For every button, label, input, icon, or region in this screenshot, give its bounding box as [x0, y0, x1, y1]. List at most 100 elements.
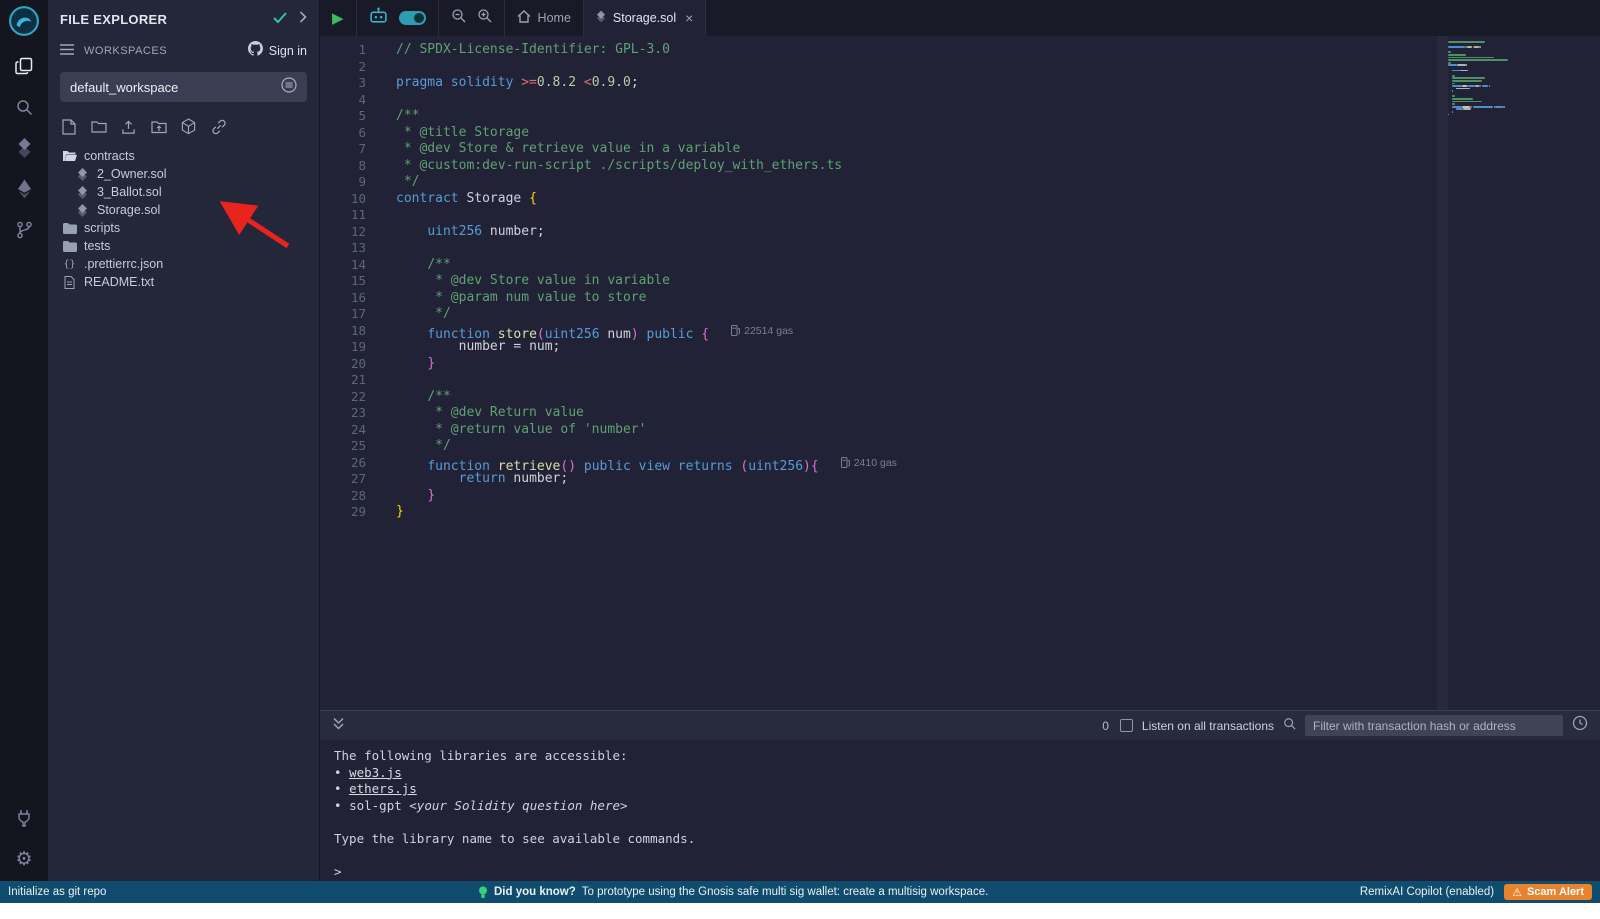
line-number[interactable]: 20	[320, 356, 366, 373]
code-line[interactable]: contract Storage {	[396, 191, 1600, 208]
tab-storage-sol[interactable]: Storage.sol ×	[584, 0, 706, 36]
minimap[interactable]	[1448, 41, 1520, 116]
code-line[interactable]: /**	[396, 389, 1600, 406]
tab-home[interactable]: Home	[505, 0, 584, 36]
line-number[interactable]: 9	[320, 174, 366, 191]
line-number[interactable]: 16	[320, 290, 366, 307]
line-number[interactable]: 6	[320, 125, 366, 142]
new-folder-icon[interactable]	[90, 118, 107, 135]
code-line[interactable]: * @custom:dev-run-script ./scripts/deplo…	[396, 158, 1600, 175]
line-number[interactable]: 13	[320, 240, 366, 257]
workspace-options-icon[interactable]	[281, 77, 297, 98]
line-number[interactable]: 7	[320, 141, 366, 158]
history-icon[interactable]	[1572, 715, 1588, 736]
code-line[interactable]	[396, 240, 1600, 257]
line-number[interactable]: 15	[320, 273, 366, 290]
code-line[interactable]: * @param num value to store	[396, 290, 1600, 307]
link-icon[interactable]	[210, 118, 227, 135]
code-line[interactable]: uint256 number;	[396, 224, 1600, 241]
git-icon[interactable]	[12, 218, 36, 242]
file-explorer-icon[interactable]	[12, 54, 36, 78]
zoom-out-icon[interactable]	[451, 8, 466, 28]
line-number[interactable]: 23	[320, 405, 366, 422]
line-number[interactable]: 8	[320, 158, 366, 175]
zoom-in-icon[interactable]	[477, 8, 492, 28]
search-icon[interactable]	[12, 95, 36, 119]
line-number-gutter[interactable]: 1234567891011121314151617181920212223242…	[320, 36, 380, 710]
tree-item[interactable]: Storage.sol	[48, 201, 319, 219]
close-tab-icon[interactable]: ×	[685, 10, 693, 26]
solidity-compiler-icon[interactable]	[12, 136, 36, 160]
code-line[interactable]: */	[396, 438, 1600, 455]
line-number[interactable]: 18	[320, 323, 366, 340]
code-line[interactable]	[396, 92, 1600, 109]
code-line[interactable]: */	[396, 306, 1600, 323]
workspace-dropdown[interactable]: default_workspace	[60, 72, 307, 102]
code-line[interactable]: }	[396, 504, 1600, 521]
tree-item[interactable]: {}.prettierrc.json	[48, 255, 319, 273]
code-line[interactable]: */	[396, 174, 1600, 191]
line-number[interactable]: 17	[320, 306, 366, 323]
code-line[interactable]: return number;	[396, 471, 1600, 488]
remix-logo[interactable]	[8, 5, 40, 37]
settings-gear-icon[interactable]: ⚙	[12, 847, 36, 871]
code-line[interactable]	[396, 59, 1600, 76]
copilot-toggle[interactable]	[399, 11, 426, 25]
publish-ipfs-icon[interactable]	[180, 118, 197, 135]
code-line[interactable]: function store(uint256 num) public {2251…	[396, 323, 1600, 340]
terminal-library-link[interactable]: web3.js	[349, 765, 402, 780]
line-number[interactable]: 22	[320, 389, 366, 406]
line-number[interactable]: 2	[320, 59, 366, 76]
sign-in-button[interactable]: Sign in	[248, 41, 307, 61]
deploy-run-icon[interactable]	[12, 177, 36, 201]
code-line[interactable]: // SPDX-License-Identifier: GPL-3.0	[396, 42, 1600, 59]
copilot-status[interactable]: RemixAI Copilot (enabled)	[1360, 886, 1494, 898]
new-file-icon[interactable]	[60, 118, 77, 135]
code-line[interactable]: * @title Storage	[396, 125, 1600, 142]
code-line[interactable]: number = num;	[396, 339, 1600, 356]
line-number[interactable]: 11	[320, 207, 366, 224]
code-editor[interactable]: 1234567891011121314151617181920212223242…	[320, 36, 1600, 710]
line-number[interactable]: 5	[320, 108, 366, 125]
check-icon[interactable]	[273, 10, 287, 28]
line-number[interactable]: 24	[320, 422, 366, 439]
code-line[interactable]: /**	[396, 257, 1600, 274]
code-line[interactable]: /**	[396, 108, 1600, 125]
git-init-button[interactable]: Initialize as git repo	[8, 886, 106, 898]
line-number[interactable]: 4	[320, 92, 366, 109]
line-number[interactable]: 25	[320, 438, 366, 455]
line-number[interactable]: 27	[320, 471, 366, 488]
run-script-button[interactable]: ▶	[332, 11, 344, 26]
terminal-library-link[interactable]: ethers.js	[349, 781, 417, 796]
terminal-output[interactable]: The following libraries are accessible:•…	[320, 740, 1600, 881]
listen-all-checkbox[interactable]	[1120, 719, 1133, 732]
tree-item[interactable]: 2_Owner.sol	[48, 165, 319, 183]
tree-item[interactable]: 3_Ballot.sol	[48, 183, 319, 201]
line-number[interactable]: 28	[320, 488, 366, 505]
line-number[interactable]: 26	[320, 455, 366, 472]
tree-item[interactable]: tests	[48, 237, 319, 255]
editor-scrollbar[interactable]	[1437, 36, 1448, 710]
hamburger-menu-icon[interactable]	[60, 42, 74, 60]
chevron-right-icon[interactable]	[299, 10, 307, 28]
line-number[interactable]: 3	[320, 75, 366, 92]
tree-item[interactable]: README.txt	[48, 273, 319, 291]
search-icon[interactable]	[1283, 717, 1296, 735]
expand-terminal-icon[interactable]	[332, 717, 345, 735]
code-line[interactable]: pragma solidity >=0.8.2 <0.9.0;	[396, 75, 1600, 92]
code-line[interactable]	[396, 207, 1600, 224]
code-line[interactable]	[396, 372, 1600, 389]
line-number[interactable]: 12	[320, 224, 366, 241]
line-number[interactable]: 21	[320, 372, 366, 389]
code-line[interactable]: * @dev Store & retrieve value in a varia…	[396, 141, 1600, 158]
line-number[interactable]: 10	[320, 191, 366, 208]
code-line[interactable]: * @return value of 'number'	[396, 422, 1600, 439]
code-line[interactable]: * @dev Return value	[396, 405, 1600, 422]
remixai-robot-icon[interactable]	[369, 7, 388, 29]
upload-folder-icon[interactable]	[150, 118, 167, 135]
scam-alert-badge[interactable]: ⚠ Scam Alert	[1504, 884, 1592, 900]
plugin-manager-icon[interactable]	[12, 806, 36, 830]
line-number[interactable]: 29	[320, 504, 366, 521]
line-number[interactable]: 1	[320, 42, 366, 59]
code-line[interactable]: }	[396, 488, 1600, 505]
